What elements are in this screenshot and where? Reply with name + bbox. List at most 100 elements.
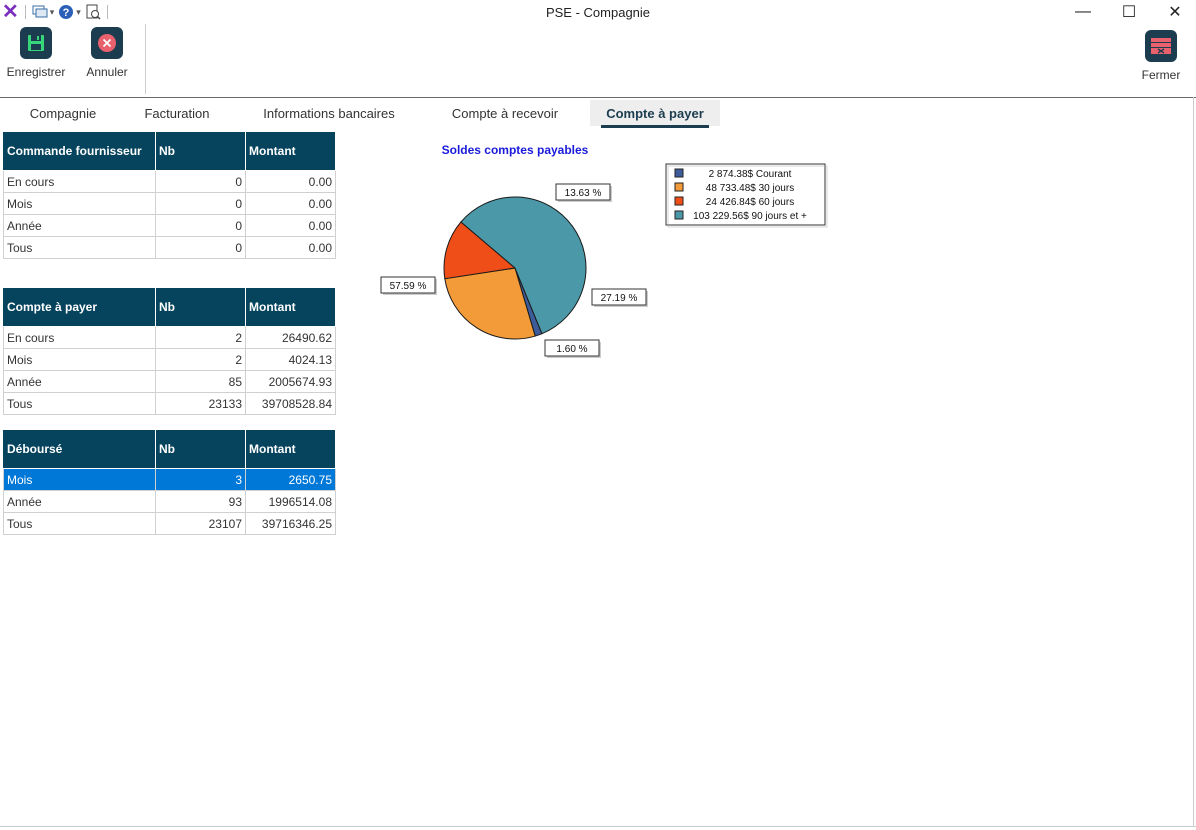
svg-text:2 874.38$ Courant: 2 874.38$ Courant <box>709 169 792 180</box>
tab-compte-a-payer[interactable]: Compte à payer <box>590 100 720 128</box>
table-header: Déboursé Nb Montant <box>3 429 336 469</box>
row-label: Tous <box>3 236 156 259</box>
montant-cell: 0.00 <box>245 236 336 259</box>
montant-cell: 2005674.93 <box>245 370 336 393</box>
save-icon <box>20 27 52 59</box>
minimize-button[interactable]: — <box>1060 0 1106 24</box>
close-window-button[interactable]: ✕ <box>1152 0 1196 24</box>
nb-cell: 2 <box>155 348 246 371</box>
row-label: Tous <box>3 512 156 535</box>
svg-text:103 229.56$ 90 jours et +: 103 229.56$ 90 jours et + <box>693 211 807 222</box>
table-row-selected[interactable]: Mois 3 2650.75 <box>3 468 336 491</box>
close-form-icon <box>1145 30 1177 62</box>
montant-cell: 2650.75 <box>245 468 336 491</box>
debourse-table: Déboursé Nb Montant Mois 3 2650.75 Année… <box>3 429 336 535</box>
tab-compte-a-recevoir[interactable]: Compte à recevoir <box>436 100 574 126</box>
column-header: Montant <box>245 287 336 327</box>
column-header: Nb <box>155 429 246 469</box>
nb-cell: 3 <box>155 468 246 491</box>
svg-text:48 733.48$ 30 jours: 48 733.48$ 30 jours <box>706 183 794 194</box>
toolbar-separator <box>145 24 146 94</box>
column-header: Compte à payer <box>3 287 156 327</box>
svg-text:24 426.84$ 60 jours: 24 426.84$ 60 jours <box>706 197 794 208</box>
nb-cell: 2 <box>155 326 246 349</box>
maximize-button[interactable]: ☐ <box>1106 0 1152 24</box>
row-label: Mois <box>3 468 156 491</box>
row-label: En cours <box>3 326 156 349</box>
row-label: Mois <box>3 348 156 371</box>
chart-title: Soldes comptes payables <box>442 143 589 157</box>
montant-cell: 4024.13 <box>245 348 336 371</box>
slice-percent-label: 27.19 % <box>591 288 648 307</box>
window-border <box>1193 97 1194 827</box>
legend-entry: 103 229.56$ 90 jours et + <box>674 210 807 222</box>
nb-cell: 0 <box>155 192 246 215</box>
tab-facturation[interactable]: Facturation <box>130 100 224 126</box>
row-label: Tous <box>3 392 156 415</box>
table-row[interactable]: Année 85 2005674.93 <box>3 370 336 393</box>
slice-percent-label: 57.59 % <box>380 276 437 295</box>
pie-chart-svg: Soldes comptes payables 1.60 % 27.19 % 13.… <box>380 143 828 358</box>
table-row[interactable]: Mois 0 0.00 <box>3 192 336 215</box>
column-header: Montant <box>245 429 336 469</box>
montant-cell: 26490.62 <box>245 326 336 349</box>
cancel-button[interactable]: Annuler <box>82 27 132 79</box>
nb-cell: 23107 <box>155 512 246 535</box>
toolbar: Enregistrer Annuler Fermer <box>0 24 1196 98</box>
montant-cell: 39708528.84 <box>245 392 336 415</box>
svg-text:57.59 %: 57.59 % <box>390 281 427 292</box>
table-row[interactable]: Année 0 0.00 <box>3 214 336 237</box>
row-label: Année <box>3 214 156 237</box>
montant-cell: 39716346.25 <box>245 512 336 535</box>
column-header: Nb <box>155 287 246 327</box>
title-bar: ✕ ▾ ? ▾ PSE - Compagnie — ☐ ✕ <box>0 0 1196 24</box>
tab-compagnie[interactable]: Compagnie <box>18 100 108 126</box>
montant-cell: 0.00 <box>245 192 336 215</box>
chart-legend: 2 874.38$ Courant 48 733.48$ 30 jours 24 4… <box>665 163 828 228</box>
close-label: Fermer <box>1141 68 1181 82</box>
cancel-icon <box>91 27 123 59</box>
nb-cell: 23133 <box>155 392 246 415</box>
nb-cell: 0 <box>155 236 246 259</box>
save-label: Enregistrer <box>6 65 66 79</box>
nb-cell: 0 <box>155 170 246 193</box>
tab-bar: Compagnie Facturation Informations banca… <box>0 98 1196 128</box>
nb-cell: 0 <box>155 214 246 237</box>
montant-cell: 0.00 <box>245 170 336 193</box>
nb-cell: 85 <box>155 370 246 393</box>
svg-text:13.63 %: 13.63 % <box>565 188 602 199</box>
soldes-pie-chart: Soldes comptes payables 1.60 % 27.19 % 13.… <box>370 132 840 372</box>
column-header: Déboursé <box>3 429 156 469</box>
compte-a-payer-table: Compte à payer Nb Montant En cours 2 264… <box>3 287 336 415</box>
column-header: Commande fournisseur <box>3 131 156 171</box>
row-label: En cours <box>3 170 156 193</box>
table-row[interactable]: En cours 0 0.00 <box>3 170 336 193</box>
save-button[interactable]: Enregistrer <box>4 27 68 79</box>
slice-percent-label: 1.60 % <box>544 339 601 358</box>
nb-cell: 93 <box>155 490 246 513</box>
close-button[interactable]: Fermer <box>1137 30 1185 82</box>
montant-cell: 0.00 <box>245 214 336 237</box>
montant-cell: 1996514.08 <box>245 490 336 513</box>
table-row[interactable]: Année 93 1996514.08 <box>3 490 336 513</box>
svg-text:1.60 %: 1.60 % <box>556 344 587 355</box>
table-row[interactable]: Mois 2 4024.13 <box>3 348 336 371</box>
row-label: Mois <box>3 192 156 215</box>
table-header: Commande fournisseur Nb Montant <box>3 131 336 171</box>
cancel-label: Annuler <box>86 65 128 79</box>
column-header: Montant <box>245 131 336 171</box>
tab-informations-bancaires[interactable]: Informations bancaires <box>250 100 408 126</box>
row-label: Année <box>3 490 156 513</box>
table-row[interactable]: Tous 0 0.00 <box>3 236 336 259</box>
table-header: Compte à payer Nb Montant <box>3 287 336 327</box>
window-title: PSE - Compagnie <box>545 5 651 20</box>
svg-text:27.19 %: 27.19 % <box>601 293 638 304</box>
window-border <box>0 826 1196 827</box>
table-row[interactable]: Tous 23107 39716346.25 <box>3 512 336 535</box>
row-label: Année <box>3 370 156 393</box>
column-header: Nb <box>155 131 246 171</box>
commande-fournisseur-table: Commande fournisseur Nb Montant En cours… <box>3 131 336 259</box>
table-row[interactable]: Tous 23133 39708528.84 <box>3 392 336 415</box>
slice-percent-label: 13.63 % <box>555 183 612 202</box>
table-row[interactable]: En cours 2 26490.62 <box>3 326 336 349</box>
